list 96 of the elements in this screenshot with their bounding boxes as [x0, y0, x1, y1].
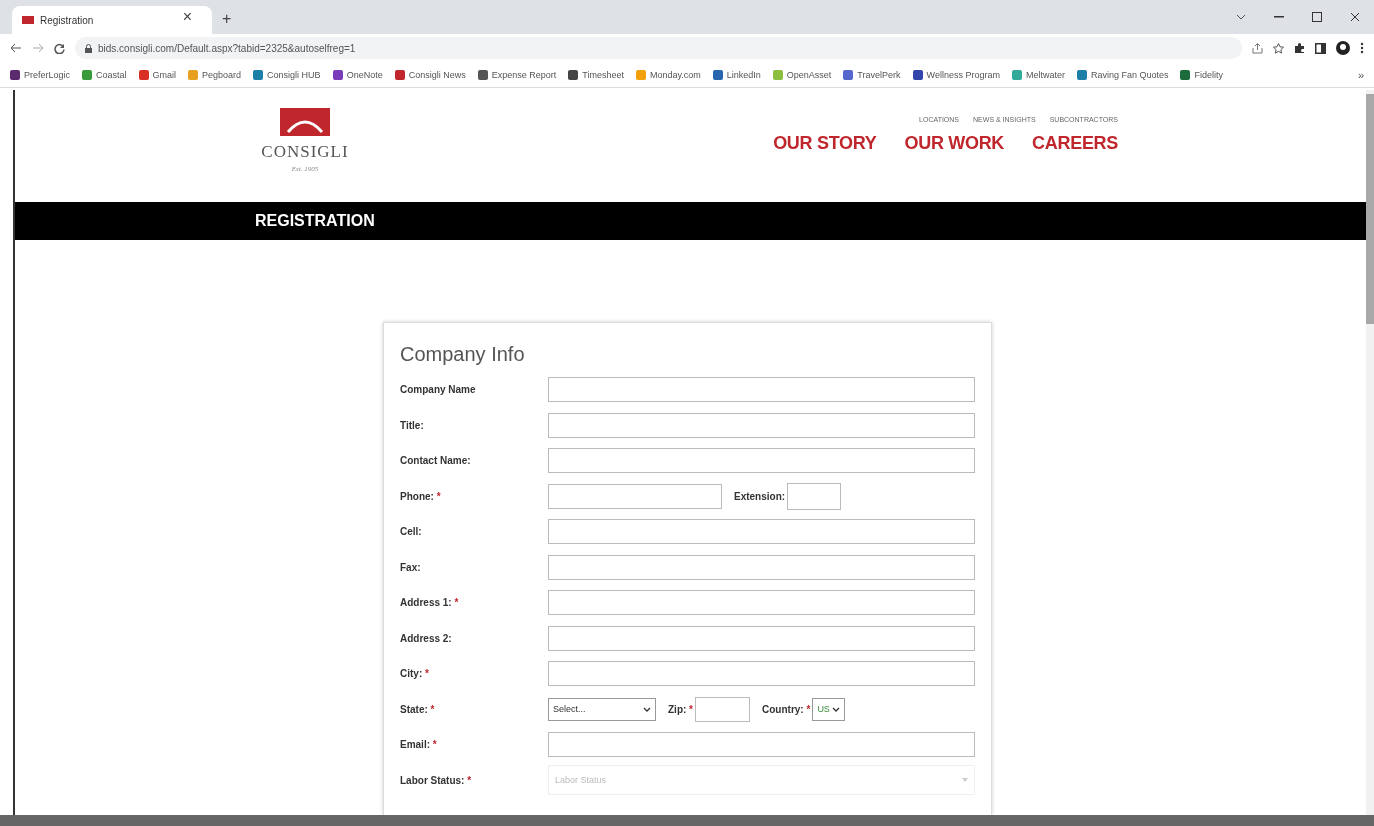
- bookmark-item[interactable]: Timesheet: [568, 69, 624, 80]
- menu-icon[interactable]: [1360, 42, 1364, 54]
- field-label: Title:: [400, 419, 425, 431]
- back-icon[interactable]: [10, 43, 22, 53]
- field-label: Address 2:: [400, 632, 453, 644]
- text-input[interactable]: [548, 519, 975, 545]
- bookmark-item[interactable]: TravelPerk: [843, 69, 901, 80]
- bookmark-label: Wellness Program: [926, 69, 1000, 80]
- field-label: Email: *: [400, 739, 438, 751]
- minimize-icon[interactable]: [1274, 16, 1284, 18]
- bookmark-item[interactable]: OneNote: [332, 69, 383, 80]
- bookmark-label: Consigli News: [408, 69, 466, 80]
- field-label: Cell:: [400, 526, 423, 538]
- scrollbar-thumb[interactable]: [1366, 94, 1374, 324]
- field-label: Contact Name:: [400, 455, 472, 467]
- more-bookmarks-button[interactable]: »: [1357, 68, 1364, 81]
- text-input[interactable]: [548, 732, 975, 758]
- bookmark-label: Expense Report: [491, 69, 557, 80]
- bookmark-label: Fidelity: [1194, 69, 1223, 80]
- url-text: bids.consigli.com/Default.aspx?tabid=2325&autoselfreg=1: [98, 42, 356, 54]
- bookmark-label: Timesheet: [582, 69, 624, 80]
- bookmark-item[interactable]: Consigli HUB: [253, 69, 321, 80]
- address-bar[interactable]: bids.consigli.com/Default.aspx?tabid=2325&autoselfreg=1: [75, 37, 1242, 59]
- text-input[interactable]: [548, 625, 975, 651]
- main-nav-link[interactable]: CAREERS: [1032, 133, 1118, 154]
- puzzle-icon[interactable]: [1294, 42, 1305, 54]
- favicon-icon: [22, 16, 34, 24]
- field-label: Extension:: [734, 490, 786, 502]
- bookmark-item[interactable]: Monday.com: [635, 69, 701, 80]
- select-dropdown[interactable]: Select...: [548, 697, 656, 721]
- bookmark-item[interactable]: Expense Report: [477, 69, 557, 80]
- bookmark-label: Monday.com: [649, 69, 701, 80]
- text-input[interactable]: [787, 482, 842, 510]
- bookmark-label: Coastal: [96, 69, 127, 80]
- new-tab-button[interactable]: +: [212, 10, 242, 34]
- form-title: Company Info: [400, 343, 526, 366]
- close-icon[interactable]: [1350, 12, 1360, 22]
- bookmark-item[interactable]: Fidelity: [1180, 69, 1223, 80]
- bookmark-label: Pegboard: [202, 69, 242, 80]
- bookmark-item[interactable]: OpenAsset: [772, 69, 832, 80]
- bookmark-item[interactable]: PreferLogic: [10, 69, 71, 80]
- share-icon[interactable]: [1252, 42, 1263, 54]
- banner-title: REGISTRATION: [255, 212, 375, 230]
- bookmark-item[interactable]: Coastal: [82, 69, 127, 80]
- bookmark-label: PreferLogic: [24, 69, 71, 80]
- bookmark-item[interactable]: Consigli News: [394, 69, 466, 80]
- lock-icon: [85, 43, 92, 53]
- field-label: City: *: [400, 668, 430, 680]
- bookmark-label: Gmail: [152, 69, 177, 80]
- reload-icon[interactable]: [54, 42, 65, 54]
- text-input[interactable]: [548, 483, 722, 509]
- text-input[interactable]: [548, 554, 975, 580]
- bookmark-label: LinkedIn: [726, 69, 761, 80]
- star-icon[interactable]: [1273, 42, 1284, 54]
- field-label: Country: *: [762, 703, 811, 715]
- bookmark-label: Consigli HUB: [267, 69, 321, 80]
- logo-wordmark: CONSIGLI: [261, 142, 349, 162]
- field-label: Phone: *: [400, 490, 442, 502]
- browser-tab[interactable]: Registration ×: [12, 6, 212, 34]
- field-label: Company Name: [400, 384, 477, 396]
- side-panel-icon[interactable]: [1315, 42, 1326, 54]
- text-input[interactable]: [548, 377, 975, 403]
- caret-icon: [831, 706, 840, 712]
- bookmark-item[interactable]: Gmail: [138, 69, 177, 80]
- tab-title: Registration: [40, 14, 95, 26]
- field-label: Address 1: *: [400, 597, 460, 609]
- bookmark-label: OneNote: [346, 69, 383, 80]
- field-label: Fax:: [400, 561, 422, 573]
- chevron-down-icon[interactable]: [1236, 14, 1246, 20]
- logo-icon[interactable]: [280, 108, 330, 136]
- text-input[interactable]: [548, 448, 975, 474]
- text-input[interactable]: [548, 590, 975, 616]
- bookmark-label: TravelPerk: [857, 69, 901, 80]
- bookmark-item[interactable]: Pegboard: [188, 69, 242, 80]
- bookmark-item[interactable]: Raving Fan Quotes: [1076, 69, 1169, 80]
- select-dropdown[interactable]: US: [812, 697, 845, 721]
- maximize-icon[interactable]: [1312, 12, 1322, 22]
- field-label: State: *: [400, 703, 436, 715]
- field-label: Zip: *: [668, 703, 693, 715]
- tab-close-button[interactable]: ×: [172, 8, 202, 32]
- forward-icon[interactable]: [32, 43, 44, 53]
- text-input[interactable]: [548, 412, 975, 438]
- caret-icon: [962, 778, 968, 783]
- bookmark-item[interactable]: Meltwater: [1011, 69, 1065, 80]
- profile-avatar-icon[interactable]: [1336, 41, 1350, 55]
- text-input[interactable]: [695, 696, 750, 722]
- text-input[interactable]: [548, 661, 975, 687]
- bookmark-item[interactable]: Wellness Program: [912, 69, 1000, 80]
- bookmark-label: Meltwater: [1025, 69, 1065, 80]
- field-label: Labor Status: *: [400, 774, 473, 786]
- main-nav-link[interactable]: OUR WORK: [904, 133, 1005, 154]
- bookmark-label: Raving Fan Quotes: [1090, 69, 1169, 80]
- bookmark-item[interactable]: LinkedIn: [712, 69, 761, 80]
- main-nav-link[interactable]: OUR STORY: [773, 133, 877, 154]
- caret-icon: [643, 706, 651, 712]
- bookmark-label: OpenAsset: [786, 69, 832, 80]
